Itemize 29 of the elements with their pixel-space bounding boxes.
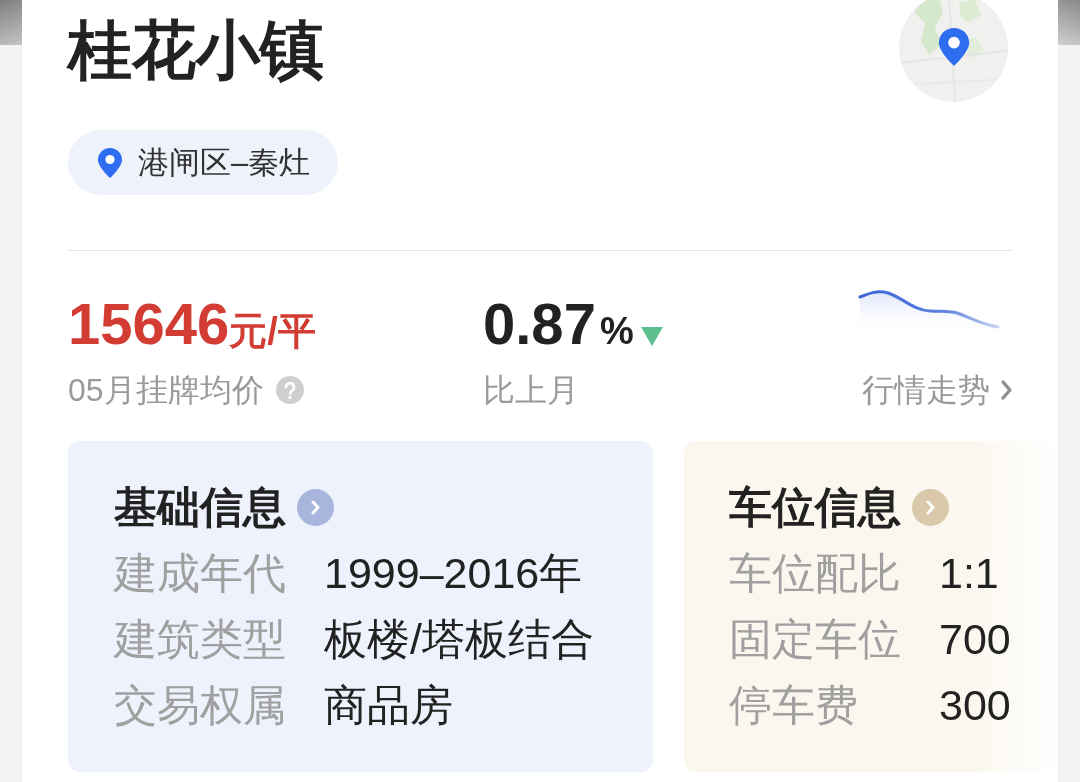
- field-value: 1:1: [939, 548, 1000, 599]
- field-label: 交易权属: [114, 680, 287, 731]
- photo-placeholder: [1058, 0, 1080, 45]
- chevron-circle-icon[interactable]: [912, 488, 949, 526]
- field-value: 300: [939, 680, 1012, 731]
- price-label: 05月挂牌均价: [68, 371, 264, 410]
- field-value: 1999–2016年: [324, 548, 584, 599]
- community-title: 桂花小镇: [68, 13, 324, 88]
- field-value: 商品房: [324, 680, 454, 731]
- field-value: 700: [939, 614, 1012, 665]
- card-title: 基础信息: [114, 482, 286, 533]
- change-label: 比上月: [483, 371, 580, 410]
- info-card[interactable]: 基础信息 建成年代 1999–2016年 建筑类型 板楼/塔板结合 交易权属 商品房: [68, 441, 653, 772]
- change-value: 0.87%: [483, 295, 634, 358]
- help-icon[interactable]: [275, 376, 304, 404]
- chevron-right-icon: [1000, 379, 1013, 401]
- chevron-circle-icon[interactable]: [297, 488, 334, 526]
- field-label: 车位配比: [729, 548, 902, 599]
- card-title: 车位信息: [729, 482, 901, 533]
- field-label: 建成年代: [114, 548, 287, 599]
- field-label: 固定车位: [729, 614, 902, 665]
- field-label: 建筑类型: [114, 614, 287, 665]
- field-value: 板楼/塔板结合: [324, 614, 595, 665]
- location-tag[interactable]: 港闸区–秦灶: [68, 130, 339, 195]
- location-pin-icon: [97, 147, 123, 178]
- price-value: 15646元/平: [68, 295, 317, 358]
- field-label: 停车费: [729, 680, 859, 731]
- location-pin-icon: [938, 28, 970, 66]
- photo-placeholder: [0, 0, 22, 45]
